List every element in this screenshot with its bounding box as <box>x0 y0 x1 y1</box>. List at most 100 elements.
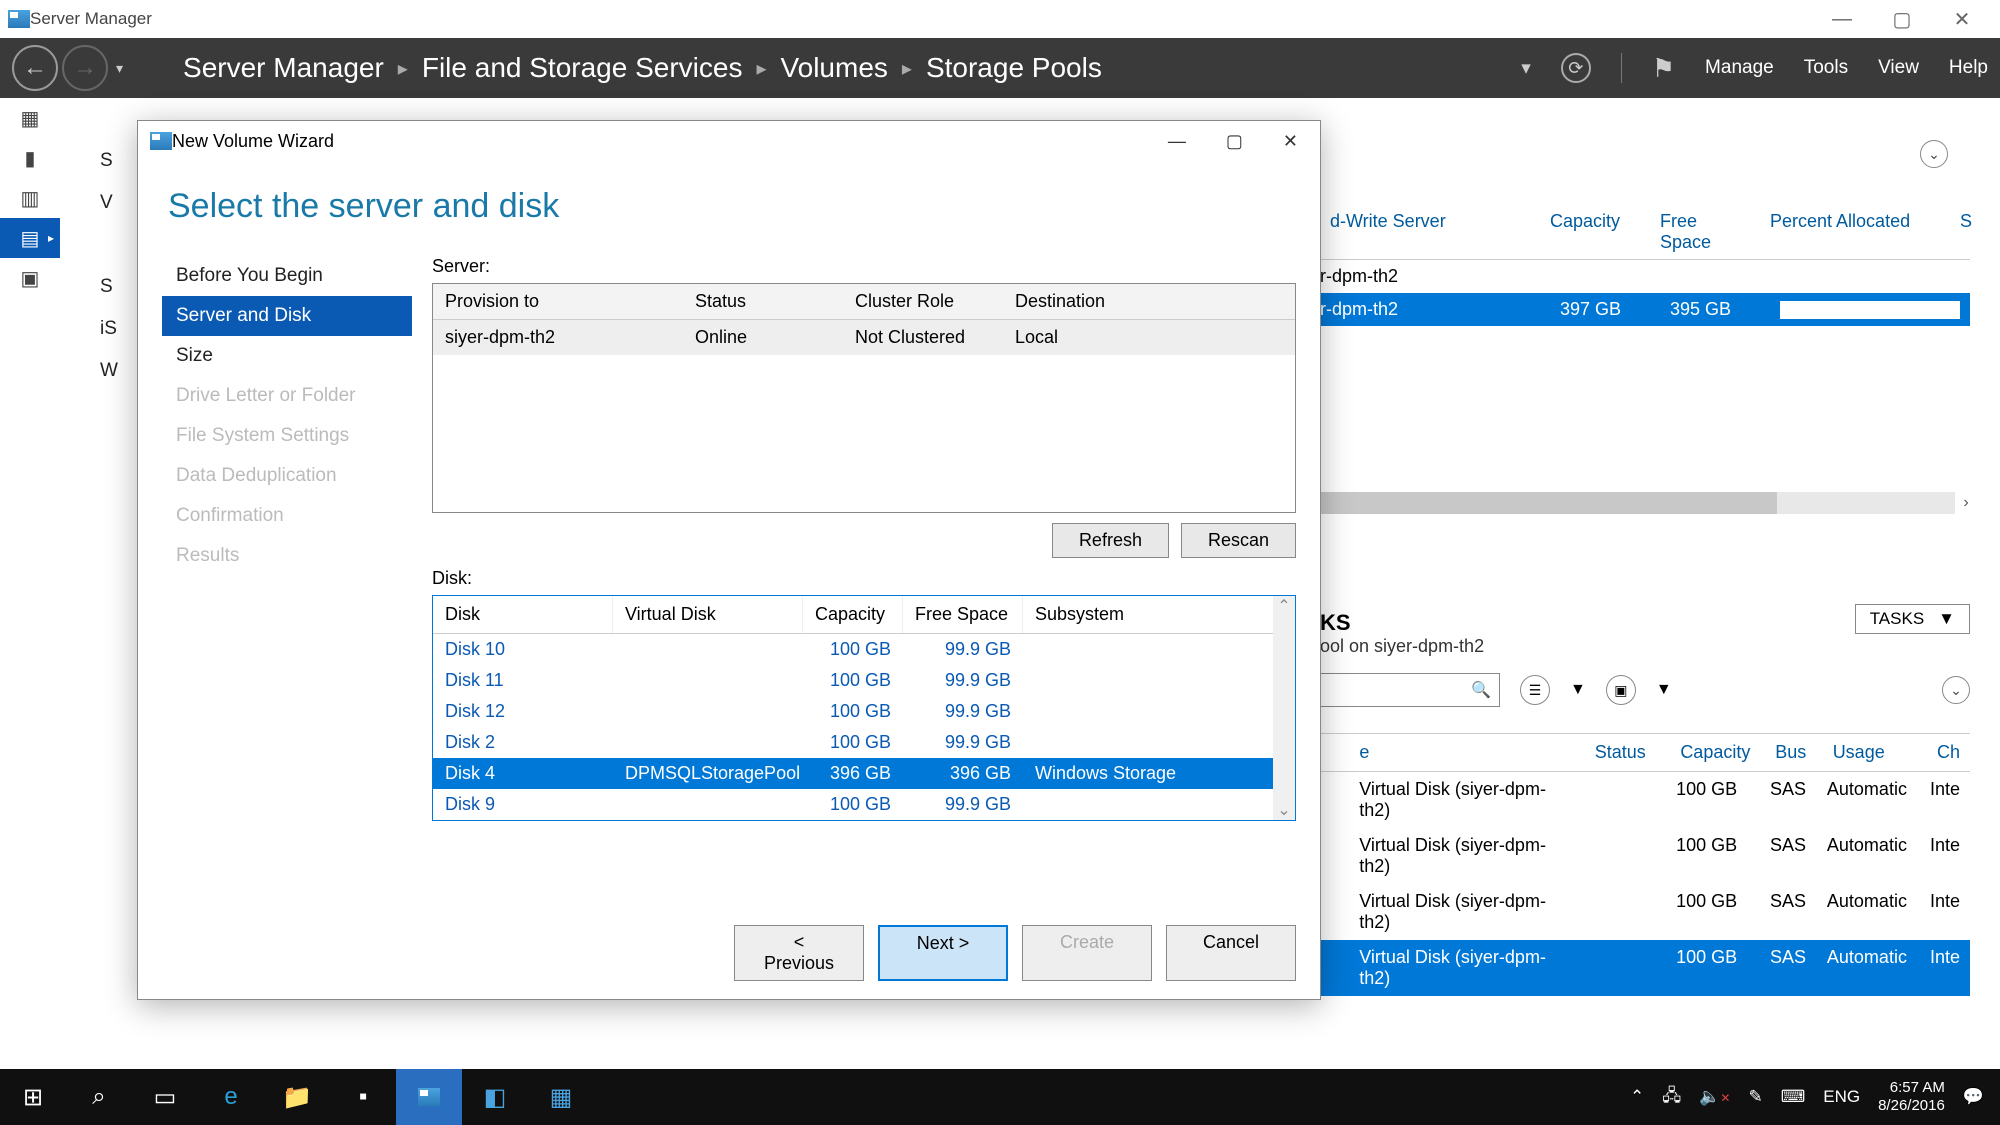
disk-row-1[interactable]: Disk 11100 GB99.9 GB <box>433 665 1295 696</box>
save-icon[interactable]: ▣ <box>1606 675 1636 705</box>
col-percent-allocated[interactable]: Percent Allocated <box>1760 211 1950 253</box>
disks-collapse-icon[interactable]: ⌄ <box>1942 676 1970 704</box>
tools-menu[interactable]: Tools <box>1804 57 1848 79</box>
breadcrumb-2[interactable]: Volumes <box>781 52 888 84</box>
dcol-usage[interactable]: Usage <box>1823 734 1927 771</box>
server-manager-taskbar-icon[interactable] <box>396 1069 462 1125</box>
dcol-bus[interactable]: Bus <box>1765 734 1822 771</box>
notifications-flag-icon[interactable]: ⚑ <box>1652 53 1675 84</box>
disk-row-3[interactable]: Disk 2100 GB99.9 GB <box>433 727 1295 758</box>
disk-row-4[interactable]: Disk 4DPMSQLStoragePool396 GB396 GBWindo… <box>433 758 1295 789</box>
close-button[interactable]: ✕ <box>1932 4 1992 34</box>
cmd-icon[interactable]: ▪ <box>330 1069 396 1125</box>
nav-icon-other[interactable]: ▣ <box>0 258 60 298</box>
wizard-step-2[interactable]: Size <box>162 336 412 376</box>
wizard-step-5[interactable]: Data Deduplication <box>162 456 412 496</box>
dlg-minimize-button[interactable]: — <box>1168 131 1186 152</box>
col-free-space[interactable]: Free Space <box>1650 211 1760 253</box>
physical-disk-row-1[interactable]: Virtual Disk (siyer-dpm-th2)100 GBSASAut… <box>1320 828 1970 884</box>
ie-icon[interactable]: e <box>198 1069 264 1125</box>
srv-col-provision[interactable]: Provision to <box>433 284 683 319</box>
wizard-step-3[interactable]: Drive Letter or Folder <box>162 376 412 416</box>
wizard-step-6[interactable]: Confirmation <box>162 496 412 536</box>
disk-row-0[interactable]: Disk 10100 GB99.9 GB <box>433 634 1295 665</box>
disk-listbox[interactable]: Disk Virtual Disk Capacity Free Space Su… <box>432 595 1296 821</box>
pool-row-selected[interactable]: r-dpm-th2 397 GB 395 GB <box>1320 293 1970 326</box>
breadcrumb-1[interactable]: File and Storage Services <box>422 52 743 84</box>
server-listbox[interactable]: Provision to Status Cluster Role Destina… <box>432 283 1296 513</box>
tray-keyboard-icon[interactable]: ⌨ <box>1781 1087 1806 1107</box>
previous-button[interactable]: < Previous <box>734 925 864 981</box>
col-capacity[interactable]: Capacity <box>1540 211 1650 253</box>
srv-col-status[interactable]: Status <box>683 284 843 319</box>
search-button[interactable]: ⌕ <box>66 1069 132 1125</box>
server-label: Server: <box>432 256 1296 277</box>
diskcol-disk[interactable]: Disk <box>433 596 613 633</box>
disk-row-5[interactable]: Disk 9100 GB99.9 GB <box>433 789 1295 820</box>
rescan-button[interactable]: Rescan <box>1181 523 1296 558</box>
tray-language[interactable]: ENG <box>1823 1087 1860 1107</box>
srv-col-destination[interactable]: Destination <box>1003 284 1295 319</box>
nav-icon-local[interactable]: ▮ <box>0 138 60 178</box>
nav-history-dropdown[interactable]: ▾ <box>116 60 123 77</box>
dlg-maximize-button[interactable]: ▢ <box>1226 131 1243 152</box>
disk-scrollbar[interactable]: ⌃⌄ <box>1273 596 1295 820</box>
tray-volume-icon[interactable]: 🔈✕ <box>1699 1087 1730 1107</box>
breadcrumb-root[interactable]: Server Manager <box>183 52 384 84</box>
dcol-capacity[interactable]: Capacity <box>1670 734 1765 771</box>
col-rw-server[interactable]: d-Write Server <box>1320 211 1540 253</box>
action-center-icon[interactable]: 💬 <box>1963 1087 1984 1107</box>
tasks-dropdown[interactable]: TASKS▼ <box>1855 604 1970 634</box>
nav-icon-dashboard[interactable]: ▦ <box>0 98 60 138</box>
disks-search-input[interactable]: 🔍 <box>1320 673 1500 707</box>
breadcrumb-3[interactable]: Storage Pools <box>926 52 1102 84</box>
task-view-button[interactable]: ▭ <box>132 1069 198 1125</box>
physical-disk-row-2[interactable]: Virtual Disk (siyer-dpm-th2)100 GBSASAut… <box>1320 884 1970 940</box>
tray-clock[interactable]: 6:57 AM 8/26/2016 <box>1878 1079 1945 1115</box>
pool-group[interactable]: r-dpm-th2 <box>1320 260 1970 293</box>
app-icon-1[interactable]: ◧ <box>462 1069 528 1125</box>
minimize-button[interactable]: — <box>1812 4 1872 34</box>
physical-disk-row-0[interactable]: Virtual Disk (siyer-dpm-th2)100 GBSASAut… <box>1320 772 1970 828</box>
nav-icon-all[interactable]: ▥ <box>0 178 60 218</box>
diskcol-subsys[interactable]: Subsystem <box>1023 596 1295 633</box>
ribbon-dropdown-icon[interactable]: ▾ <box>1521 57 1531 80</box>
collapse-toggle[interactable]: ⌄ <box>1920 140 1964 170</box>
dcol-name[interactable]: e <box>1349 734 1584 771</box>
maximize-button[interactable]: ▢ <box>1872 4 1932 34</box>
nav-icon-storage[interactable]: ▤ <box>0 218 60 258</box>
tray-up-icon[interactable]: ⌃ <box>1630 1087 1644 1107</box>
app-icon-2[interactable]: ▦ <box>528 1069 594 1125</box>
create-button[interactable]: Create <box>1022 925 1152 981</box>
nav-back-button[interactable]: ← <box>12 45 58 91</box>
wizard-step-4[interactable]: File System Settings <box>162 416 412 456</box>
filter-icon[interactable]: ☰ <box>1520 675 1550 705</box>
tray-pen-icon[interactable]: ✎ <box>1748 1087 1762 1107</box>
disk-row-2[interactable]: Disk 12100 GB99.9 GB <box>433 696 1295 727</box>
refresh-icon[interactable]: ⟳ <box>1561 53 1591 83</box>
wizard-step-1[interactable]: Server and Disk <box>162 296 412 336</box>
manage-menu[interactable]: Manage <box>1705 57 1774 79</box>
pools-hscroll[interactable]: › <box>1320 492 1955 514</box>
view-menu[interactable]: View <box>1878 57 1919 79</box>
diskcol-cap[interactable]: Capacity <box>803 596 903 633</box>
tray-network-icon[interactable]: 🖧 <box>1662 1083 1681 1112</box>
nav-forward-button[interactable]: → <box>62 45 108 91</box>
server-row[interactable]: siyer-dpm-th2 Online Not Clustered Local <box>433 320 1295 355</box>
cancel-button[interactable]: Cancel <box>1166 925 1296 981</box>
next-button[interactable]: Next > <box>878 925 1008 981</box>
wizard-step-7[interactable]: Results <box>162 536 412 576</box>
help-menu[interactable]: Help <box>1949 57 1988 79</box>
dcol-status[interactable]: Status <box>1585 734 1671 771</box>
dcol-ch[interactable]: Ch <box>1927 734 1970 771</box>
refresh-button[interactable]: Refresh <box>1052 523 1169 558</box>
physical-disk-row-3[interactable]: Virtual Disk (siyer-dpm-th2)100 GBSASAut… <box>1320 940 1970 996</box>
start-button[interactable]: ⊞ <box>0 1069 66 1125</box>
explorer-icon[interactable]: 📁 <box>264 1069 330 1125</box>
diskcol-free[interactable]: Free Space <box>903 596 1023 633</box>
srv-col-cluster[interactable]: Cluster Role <box>843 284 1003 319</box>
col-status[interactable]: S <box>1950 211 1970 253</box>
dlg-close-button[interactable]: ✕ <box>1283 131 1298 152</box>
diskcol-vdisk[interactable]: Virtual Disk <box>613 596 803 633</box>
wizard-step-0[interactable]: Before You Begin <box>162 256 412 296</box>
